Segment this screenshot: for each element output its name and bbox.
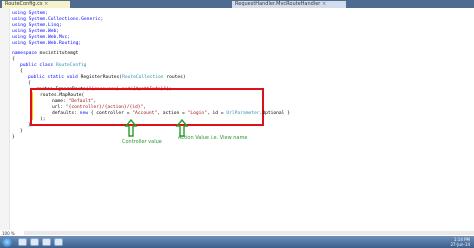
browser-icon[interactable] bbox=[30, 238, 39, 246]
annotation-action: Action Value i.e. View name bbox=[178, 135, 248, 141]
tab-routeconfig[interactable]: RouteConfig.cs × bbox=[2, 1, 70, 8]
visual-studio-icon[interactable] bbox=[54, 238, 63, 246]
clock-date: 27-Jun-14 bbox=[450, 242, 470, 247]
document-tab-bar: RouteConfig.cs × RequestHandler.MvcRoute… bbox=[0, 0, 474, 8]
close-icon[interactable]: × bbox=[44, 1, 48, 7]
annotation-arrows bbox=[124, 118, 189, 137]
media-player-icon[interactable] bbox=[42, 238, 51, 246]
taskbar: 1:14 PM 27-Jun-14 bbox=[0, 236, 474, 248]
arrow-up-icon bbox=[175, 118, 189, 137]
tab-label: RequestHandler.MvcRouteHandler bbox=[235, 1, 321, 7]
code-editor[interactable]: using System; using System.Collections.G… bbox=[0, 8, 474, 230]
start-button-icon[interactable] bbox=[2, 237, 12, 247]
tab-mvcroutehandler[interactable]: RequestHandler.MvcRouteHandler × bbox=[232, 1, 346, 8]
horizontal-scrollbar[interactable] bbox=[24, 231, 474, 235]
system-clock[interactable]: 1:14 PM 27-Jun-14 bbox=[450, 237, 470, 247]
tab-label: RouteConfig.cs bbox=[5, 1, 43, 7]
close-icon[interactable]: × bbox=[322, 1, 326, 7]
explorer-icon[interactable] bbox=[18, 238, 27, 246]
arrow-up-icon bbox=[124, 118, 138, 137]
annotation-controller: Controller value bbox=[122, 139, 162, 145]
